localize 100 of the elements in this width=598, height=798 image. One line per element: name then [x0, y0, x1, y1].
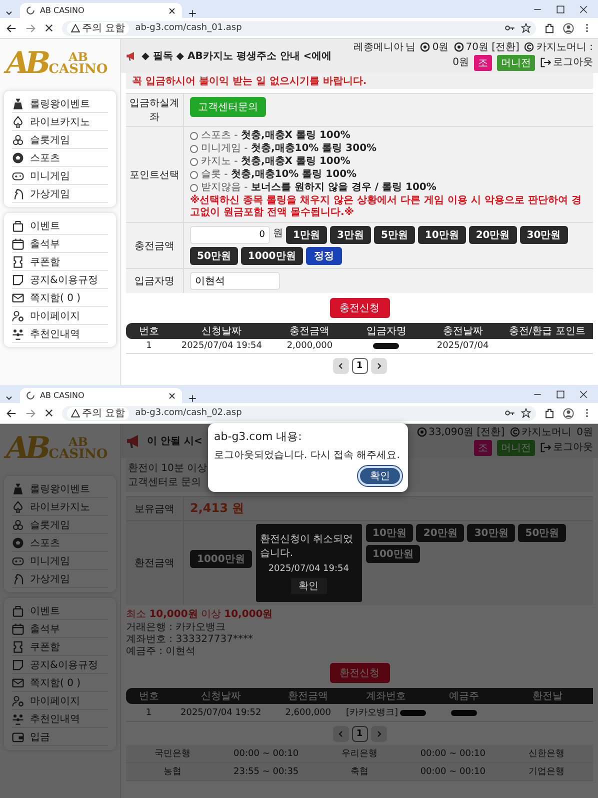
amount-button[interactable]: 1000만원 — [240, 247, 303, 265]
security-chip[interactable]: 주의 요함 — [67, 406, 130, 420]
table-cell: 00:00 ~ 00:10 — [420, 766, 486, 776]
coin-icon — [454, 42, 464, 52]
table-cell: 23:55 ~ 00:35 — [234, 766, 299, 776]
user-gear-icon — [12, 310, 24, 322]
sidebar-item[interactable]: 미니게임 — [12, 167, 108, 185]
address-bar[interactable]: 주의 요함 ab-g3.com/cash_02.asp — [62, 406, 536, 420]
url-text: ab-g3.com/cash_01.asp — [135, 23, 242, 33]
loading-icon — [26, 391, 35, 400]
casino-money-value: 0원 — [576, 426, 593, 438]
logout-link[interactable]: 로그아웃 — [553, 57, 593, 68]
radio-button[interactable] — [190, 132, 198, 140]
logout-icon — [540, 442, 551, 453]
radio-button[interactable] — [190, 171, 198, 179]
coin-icon — [416, 427, 427, 437]
column-header: 환전금액 — [270, 688, 346, 704]
new-tab-icon — [188, 394, 197, 403]
amount-button[interactable]: 50만원 — [190, 247, 238, 265]
column-header: 환전날 — [502, 688, 593, 704]
sidebar-item[interactable]: 라이브카지노 — [12, 113, 108, 131]
calendar-icon — [12, 622, 24, 634]
limit-text: 최소 10,000원 이상 10,000원 — [126, 608, 274, 622]
logo-text: CASINO — [48, 448, 108, 461]
table-cell: 2,000,000 — [286, 341, 333, 351]
table-cell-text: 국민은행 — [154, 748, 191, 760]
user-name: 레종메니아 — [353, 42, 404, 52]
depositor-field[interactable]: 이현석 — [190, 272, 280, 290]
gamepad-icon — [12, 554, 24, 566]
stop-icon — [44, 23, 54, 33]
column-header: 충전금액 — [271, 323, 348, 339]
table-cell-text: [카카오뱅크] — [346, 707, 398, 719]
amount-button[interactable]: 1만원 — [286, 226, 327, 244]
browser-tab[interactable]: AB CASINO — [20, 3, 182, 18]
amount-button[interactable]: 30만원 — [520, 226, 568, 244]
sidebar-item[interactable]: 롤링왕이벤트 — [12, 95, 108, 113]
sidebar-item[interactable]: 추천인내역 — [12, 325, 108, 343]
table-cell: 2025/07/04 19:54 — [181, 341, 262, 351]
bank-info-text: 계좌번호 : 333327737**** — [126, 634, 254, 646]
option-label: 스포츠 - 첫충,매충X 롤링 100% — [201, 130, 350, 142]
sidebar-item[interactable]: 공지&이용규정 — [12, 271, 108, 289]
sidebar-item[interactable]: 마이페이지 — [12, 307, 108, 325]
page-button[interactable]: 1 — [352, 358, 368, 374]
next-page-button[interactable] — [370, 358, 386, 374]
back-icon — [6, 22, 17, 34]
radio-button[interactable] — [190, 184, 198, 192]
bank-info-text: 예금주 : 이현석 — [126, 646, 197, 658]
column-header: 번호 — [126, 688, 172, 704]
amount-field[interactable]: 0 — [190, 226, 270, 244]
key-icon — [505, 408, 515, 418]
chevron-left-icon — [336, 362, 344, 370]
sidebar-item[interactable]: 가상게임 — [12, 185, 108, 203]
money-text: 70원 [전환] — [466, 42, 520, 52]
close-icon — [168, 392, 176, 400]
table-cell: 00:00 ~ 00:10 — [420, 748, 486, 758]
browser-tab[interactable]: AB CASINO — [20, 388, 182, 403]
sidebar-item[interactable]: 이벤트 — [12, 217, 108, 235]
submit-button[interactable]: 충전신청 — [330, 298, 390, 318]
page-button[interactable]: 1 — [352, 726, 368, 742]
radio-button[interactable] — [190, 158, 198, 166]
wallet-icon — [12, 730, 24, 742]
table-cell: 00:00 ~ 00:10 — [234, 748, 299, 758]
close-icon — [579, 4, 588, 14]
amount-button[interactable]: 20만원 — [468, 226, 517, 244]
warning-icon — [71, 408, 80, 418]
amount-button[interactable]: 10만원 — [418, 226, 466, 244]
column-header: 계좌번호 — [346, 688, 426, 704]
table-cell-text: 기업은행 — [528, 766, 564, 778]
sidebar-item[interactable]: 쪽지함( 0 ) — [12, 289, 108, 307]
close-icon — [168, 6, 176, 14]
amount-button[interactable]: 3만원 — [330, 226, 371, 244]
chevron-left-icon — [336, 730, 344, 738]
dialog-message: 환전신청이 취소되었습니다. — [260, 533, 354, 560]
sidebar-item[interactable]: 스포츠 — [12, 149, 108, 167]
column-header: 번호 — [126, 323, 172, 339]
previous-page-button[interactable] — [332, 358, 348, 374]
close-icon — [579, 390, 588, 398]
sidebar-item[interactable]: 출석부 — [12, 235, 108, 253]
status-badge: 조 — [474, 440, 492, 456]
column-header: 신청날짜 — [172, 688, 270, 704]
amount-button[interactable]: 5만원 — [374, 226, 415, 244]
unit-text: 원 — [273, 227, 283, 240]
confirm-button[interactable]: 확인 — [290, 578, 327, 594]
sidebar-item[interactable]: 쿠폰함 — [12, 253, 108, 271]
confirm-button[interactable]: 확인 — [358, 466, 402, 486]
extensions-icon — [544, 22, 555, 34]
reset-button[interactable]: 정정 — [306, 247, 342, 265]
status-badge: 머니전 — [497, 440, 535, 456]
notice-text: 꼭 입금하시어 불이익 받는 일 없으시기를 바랍니다. — [126, 73, 593, 89]
security-chip[interactable]: 주의 요함 — [67, 22, 130, 34]
casino-money-value: 0원 — [452, 57, 469, 68]
table-cell-text: 농협 — [164, 766, 182, 778]
envelope-icon — [12, 292, 24, 304]
address-bar[interactable]: 주의 요함 ab-g3.com/cash_01.asp — [62, 20, 536, 36]
maximize-icon — [556, 4, 565, 14]
sidebar-item[interactable]: 슬롯게임 — [12, 131, 108, 149]
radio-button[interactable] — [190, 145, 198, 153]
logo-text: AB — [68, 51, 88, 63]
marquee-text: 이 안될 시< — [147, 435, 202, 448]
profile-icon — [563, 408, 574, 418]
